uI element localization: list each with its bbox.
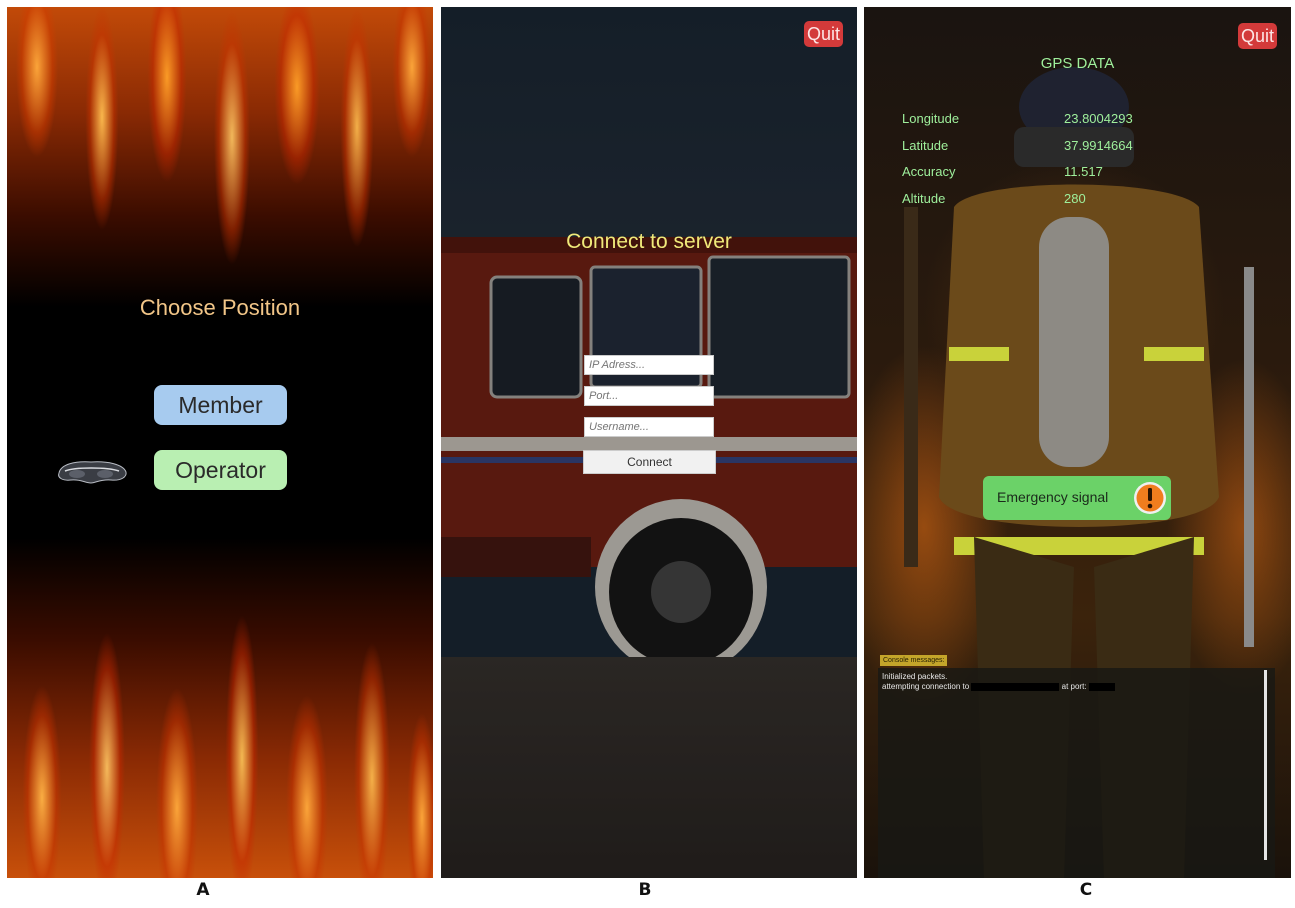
emergency-signal-button[interactable]: Emergency signal [983, 476, 1171, 520]
gps-row-altitude: Altitude 280 [902, 191, 1152, 211]
flames-background-top [7, 7, 433, 307]
gps-row-accuracy: Accuracy 11.517 [902, 164, 1152, 184]
console-messages-label: Console messages: [880, 655, 948, 666]
gps-label: Altitude [902, 191, 946, 206]
console-line: attempting connection to at port: [882, 682, 1115, 691]
gps-row-latitude: Latitude 37.9914664 [902, 138, 1152, 158]
connect-server-title: Connect to server [566, 230, 732, 253]
caption-a: A [196, 880, 210, 900]
flames-background-bottom [7, 538, 433, 878]
console-scrollbar[interactable] [1264, 670, 1267, 860]
gps-label: Longitude [902, 111, 960, 126]
gps-value: 23.8004293 [1064, 111, 1133, 126]
panel-connect-server: Quit Connect to server Connect [441, 7, 857, 878]
console-log: Initialized packets. attempting connecti… [878, 668, 1275, 878]
choose-position-title: Choose Position [139, 295, 301, 320]
gps-value: 37.9914664 [1064, 138, 1133, 153]
redacted-port [1088, 682, 1115, 691]
connect-button[interactable]: Connect [583, 450, 716, 474]
operator-button[interactable]: Operator [154, 450, 287, 490]
headset-icon [58, 461, 127, 484]
port-input[interactable] [584, 386, 714, 406]
console-line-mid: at port: [1061, 682, 1087, 691]
gps-label: Latitude [902, 138, 949, 153]
console-line: Initialized packets. [882, 672, 948, 681]
quit-button[interactable]: Quit [1237, 23, 1277, 49]
emergency-signal-label: Emergency signal [997, 489, 1109, 505]
member-button[interactable]: Member [154, 385, 287, 425]
panel-choose-position: Choose Position Member Operator [7, 7, 433, 878]
quit-button[interactable]: Quit [803, 21, 843, 47]
gps-label: Accuracy [902, 164, 956, 179]
gps-value: 11.517 [1064, 164, 1103, 179]
username-input[interactable] [584, 417, 714, 437]
caption-b: B [638, 880, 652, 900]
gps-value: 280 [1064, 191, 1086, 206]
gps-data-title: GPS DATA [1040, 55, 1115, 72]
ip-address-input[interactable] [584, 355, 714, 375]
gps-row-longitude: Longitude 23.8004293 [902, 111, 1152, 131]
caption-c: C [1079, 880, 1093, 900]
panel-gps-data: Quit GPS DATA Longitude 23.8004293 Latit… [864, 7, 1291, 878]
redacted-ip [971, 682, 1060, 691]
alert-icon [1134, 482, 1166, 514]
console-line-prefix: attempting connection to [882, 682, 970, 691]
